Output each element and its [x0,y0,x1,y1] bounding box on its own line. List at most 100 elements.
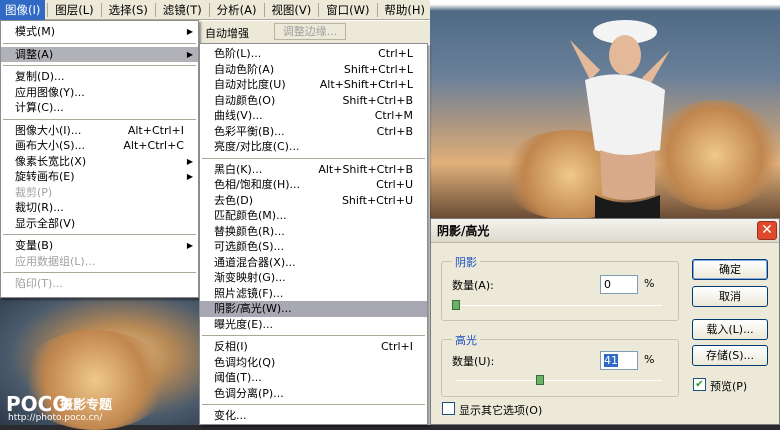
menu-select[interactable]: 选择(S) [104,0,153,20]
menu-item-trim[interactable]: 裁切(R)... [1,200,198,216]
menu-item-label: 自动对比度(U) [214,78,286,91]
cancel-button[interactable]: 取消 [692,286,768,307]
menubar-separator [376,2,378,17]
menu-item-black-white[interactable]: 黑白(K)... Alt+Shift+Ctrl+B [200,162,427,178]
menu-item-replace-color[interactable]: 替换颜色(R)... [200,224,427,240]
menu-item-label: 可选颜色(S)... [214,240,285,253]
menu-item-photo-filter[interactable]: 照片滤镜(F)... [200,286,427,302]
save-button[interactable]: 存储(S)... [692,345,768,366]
menu-item-posterize[interactable]: 色调分离(P)... [200,386,427,402]
menu-item-label: 照片滤镜(F)... [214,286,284,300]
menu-item-match-color[interactable]: 匹配颜色(M)... [200,208,427,224]
menu-item-label: 去色(D) [214,193,254,207]
menu-item-desaturate[interactable]: 去色(D) Shift+Ctrl+U [200,193,427,209]
shortcut-label: Ctrl+B [376,124,413,138]
auto-enhance-option[interactable]: 自动增强 [205,25,249,41]
menu-item-duplicate[interactable]: 复制(D)... [1,69,198,85]
shadows-amount-input[interactable]: 0 [600,275,638,294]
dialog-title: 阴影/高光 [437,224,490,238]
adjust-submenu: 色阶(L)... Ctrl+L 自动色阶(A) Shift+Ctrl+L 自动对比度… [199,43,428,425]
menu-view[interactable]: 视图(V) [266,0,316,20]
menu-item-threshold[interactable]: 阈值(T)... [200,370,427,386]
menu-item-pixel-aspect[interactable]: 像素长宽比(X) ▶ [1,154,198,170]
menu-item-label: 陷印(T)... [15,277,63,290]
menu-item-hue-saturation[interactable]: 色相/饱和度(H)... Ctrl+U [200,177,427,193]
shadows-slider-track[interactable] [456,305,662,306]
menu-item-label: 黑白(K)... [214,162,263,176]
menu-item-label: 色阶(L)... [214,47,262,60]
show-more-checkbox[interactable] [442,402,455,415]
highlights-amount-input[interactable]: 41 [600,351,638,370]
highlights-amount-label: 数量(U): [452,355,495,368]
menu-item-crop: 裁剪(P) [1,185,198,201]
menu-item-exposure[interactable]: 曝光度(E)... [200,317,427,333]
close-icon[interactable]: ✕ [757,221,777,240]
menu-item-label: 计算(C)... [15,101,64,114]
menu-item-auto-color[interactable]: 自动颜色(O) Shift+Ctrl+B [200,93,427,109]
menu-item-selective-color[interactable]: 可选颜色(S)... [200,239,427,255]
menu-filter[interactable]: 滤镜(T) [158,0,207,20]
menu-item-variations[interactable]: 变化... [200,408,427,424]
menu-item-rotate-canvas[interactable]: 旋转画布(E) ▶ [1,169,198,185]
menu-analysis[interactable]: 分析(A) [212,0,262,20]
submenu-arrow-icon: ▶ [186,241,193,250]
menu-item-label: 自动色阶(A) [214,62,275,76]
menu-item-channel-mixer[interactable]: 通道混合器(X)... [200,255,427,271]
load-button[interactable]: 载入(L)... [692,319,768,340]
shadows-unit: % [644,277,655,290]
menu-item-label: 调整(A) [15,47,54,61]
menu-item-curves[interactable]: 曲线(V)... Ctrl+M [200,108,427,124]
menu-item-color-balance[interactable]: 色彩平衡(B)... Ctrl+B [200,124,427,140]
menu-item-reveal-all[interactable]: 显示全部(V) [1,216,198,232]
menu-item-label: 渐变映射(G)... [214,271,286,284]
menu-item-brightness-contrast[interactable]: 亮度/对比度(C)... [200,139,427,155]
menu-divider [202,404,425,405]
menu-item-mode[interactable]: 模式(M) ▶ [1,24,198,40]
shortcut-label: Alt+Ctrl+C [123,139,184,152]
menu-item-label: 亮度/对比度(C)... [214,140,300,153]
menu-divider [202,335,425,336]
menu-help[interactable]: 帮助(H) [379,0,430,20]
menu-item-gradient-map[interactable]: 渐变映射(G)... [200,270,427,286]
menu-item-label: 通道混合器(X)... [214,255,296,269]
menu-item-adjust[interactable]: 调整(A) ▶ [1,46,198,62]
menu-item-invert[interactable]: 反相(I) Ctrl+I [200,339,427,355]
menu-item-image-size[interactable]: 图像大小(I)... Alt+Ctrl+I [1,123,198,139]
submenu-arrow-icon: ▶ [186,172,193,181]
menubar-separator [154,2,156,17]
menu-item-label: 变量(B) [15,239,54,252]
menu-item-label: 自动颜色(O) [214,93,276,107]
menu-item-shadow-highlight[interactable]: 阴影/高光(W)... [200,301,427,317]
watermark-tagline: 摄影专题 [60,398,113,413]
refine-edge-button[interactable]: 调整边缘... [274,23,346,40]
menu-item-label: 旋转画布(E) [15,170,75,183]
menu-item-canvas-size[interactable]: 画布大小(S)... Alt+Ctrl+C [1,138,198,154]
menu-item-auto-levels[interactable]: 自动色阶(A) Shift+Ctrl+L [200,62,427,78]
shadow-highlight-dialog: 阴影/高光 ✕ 阴影 数量(A): 0 % 高光 数量(U): 41 % 确定 … [430,218,780,425]
menu-image[interactable]: 图像(I) [0,0,46,20]
menubar-separator [263,2,265,17]
menu-item-label: 反相(I) [214,340,248,353]
watermark-url: http://photo.poco.cn/ [8,413,103,423]
shortcut-label: Ctrl+M [374,109,413,122]
menu-layer[interactable]: 图层(L) [50,0,98,20]
menu-item-variables[interactable]: 变量(B) ▶ [1,238,198,254]
shortcut-label: Ctrl+U [376,178,413,191]
menu-item-apply-image[interactable]: 应用图像(Y)... [1,85,198,101]
ok-button[interactable]: 确定 [692,259,768,280]
menu-window[interactable]: 窗口(W) [321,0,374,20]
shadows-amount-value: 0 [604,278,611,291]
preview-checkbox[interactable]: ✔ [693,378,706,391]
menu-item-levels[interactable]: 色阶(L)... Ctrl+L [200,46,427,62]
highlights-unit: % [644,353,655,366]
shortcut-label: Alt+Ctrl+I [127,123,184,137]
highlights-slider-thumb[interactable] [536,375,545,385]
menu-item-calculations[interactable]: 计算(C)... [1,100,198,116]
menu-item-equalize[interactable]: 色调均化(Q) [200,355,427,371]
shadows-slider-thumb[interactable] [452,300,460,310]
submenu-arrow-icon: ▶ [186,27,193,36]
menu-item-auto-contrast[interactable]: 自动对比度(U) Alt+Shift+Ctrl+L [200,77,427,93]
menu-divider [3,234,196,235]
highlights-slider-track[interactable] [456,380,662,381]
menu-item-label: 显示全部(V) [15,216,76,230]
